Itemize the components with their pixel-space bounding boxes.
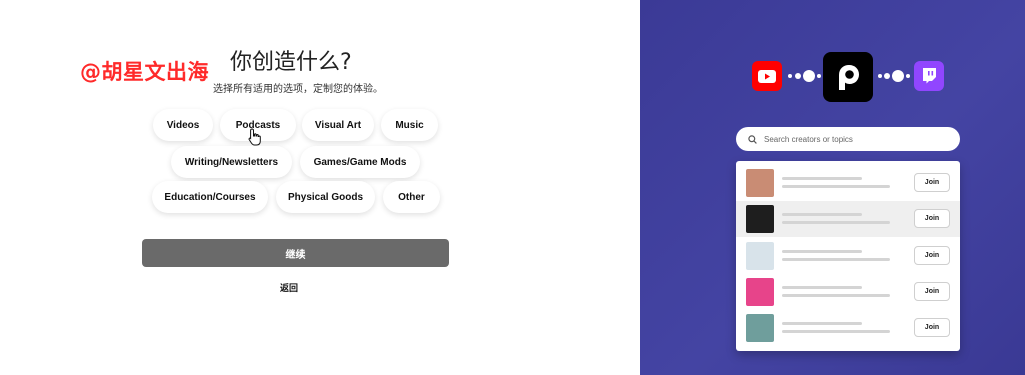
join-button[interactable]: Join: [914, 246, 950, 265]
continue-button[interactable]: 继续: [142, 239, 449, 267]
search-icon: [748, 134, 757, 144]
connector-dot: [795, 73, 801, 79]
illustration-panel: Search creators or topics Join Join Join…: [640, 0, 1025, 375]
connector-dot: [906, 74, 910, 78]
creator-row: Join: [736, 201, 960, 237]
join-button[interactable]: Join: [914, 282, 950, 301]
creator-avatar: [746, 278, 774, 306]
placeholder-line: [782, 213, 862, 216]
join-button[interactable]: Join: [914, 209, 950, 228]
twitch-icon: [914, 61, 944, 91]
patreon-icon: [823, 52, 873, 102]
category-chip-physical-goods[interactable]: Physical Goods: [276, 181, 375, 213]
join-button[interactable]: Join: [914, 173, 950, 192]
creator-row: Join: [736, 238, 960, 274]
category-chip-other[interactable]: Other: [383, 181, 440, 213]
category-chip-writing-newsletters[interactable]: Writing/Newsletters: [171, 146, 292, 178]
youtube-icon: [752, 61, 782, 91]
watermark: @胡星文出海: [80, 60, 209, 84]
connector-dot: [892, 70, 904, 82]
category-chip-videos[interactable]: Videos: [153, 109, 213, 141]
placeholder-line: [782, 258, 890, 261]
placeholder-line: [782, 294, 890, 297]
creator-row: Join: [736, 165, 960, 201]
creator-row: Join: [736, 274, 960, 310]
placeholder-line: [782, 322, 862, 325]
creator-avatar: [746, 314, 774, 342]
connector-dot: [878, 74, 882, 78]
placeholder-line: [782, 185, 890, 188]
placeholder-line: [782, 221, 890, 224]
placeholder-line: [782, 177, 862, 180]
creator-avatar: [746, 242, 774, 270]
category-chip-games-game-mods[interactable]: Games/Game Mods: [300, 146, 420, 178]
category-chip-visual-art[interactable]: Visual Art: [302, 109, 374, 141]
page-subtitle: 选择所有适用的选项，定制您的体验。: [213, 84, 383, 95]
creator-search-bar[interactable]: Search creators or topics: [736, 127, 960, 151]
connector-dot: [788, 74, 792, 78]
join-button[interactable]: Join: [914, 318, 950, 337]
search-placeholder: Search creators or topics: [764, 134, 853, 144]
placeholder-line: [782, 250, 862, 253]
back-link[interactable]: 返回: [280, 281, 298, 294]
category-chip-education-courses[interactable]: Education/Courses: [152, 181, 268, 213]
creator-type-form: 你创造什么? 选择所有适用的选项，定制您的体验。 @胡星文出海 Videos P…: [0, 0, 640, 375]
connector-dot: [803, 70, 815, 82]
category-chip-music[interactable]: Music: [381, 109, 438, 141]
placeholder-line: [782, 286, 862, 289]
creator-avatar: [746, 205, 774, 233]
page-title: 你创造什么?: [230, 50, 352, 75]
connector-dot: [817, 74, 821, 78]
creator-list-card: Join Join Join Join Join: [736, 161, 960, 351]
connector-dot: [884, 73, 890, 79]
creator-avatar: [746, 169, 774, 197]
hand-cursor-icon: [248, 128, 261, 146]
creator-row: Join: [736, 310, 960, 346]
placeholder-line: [782, 330, 890, 333]
